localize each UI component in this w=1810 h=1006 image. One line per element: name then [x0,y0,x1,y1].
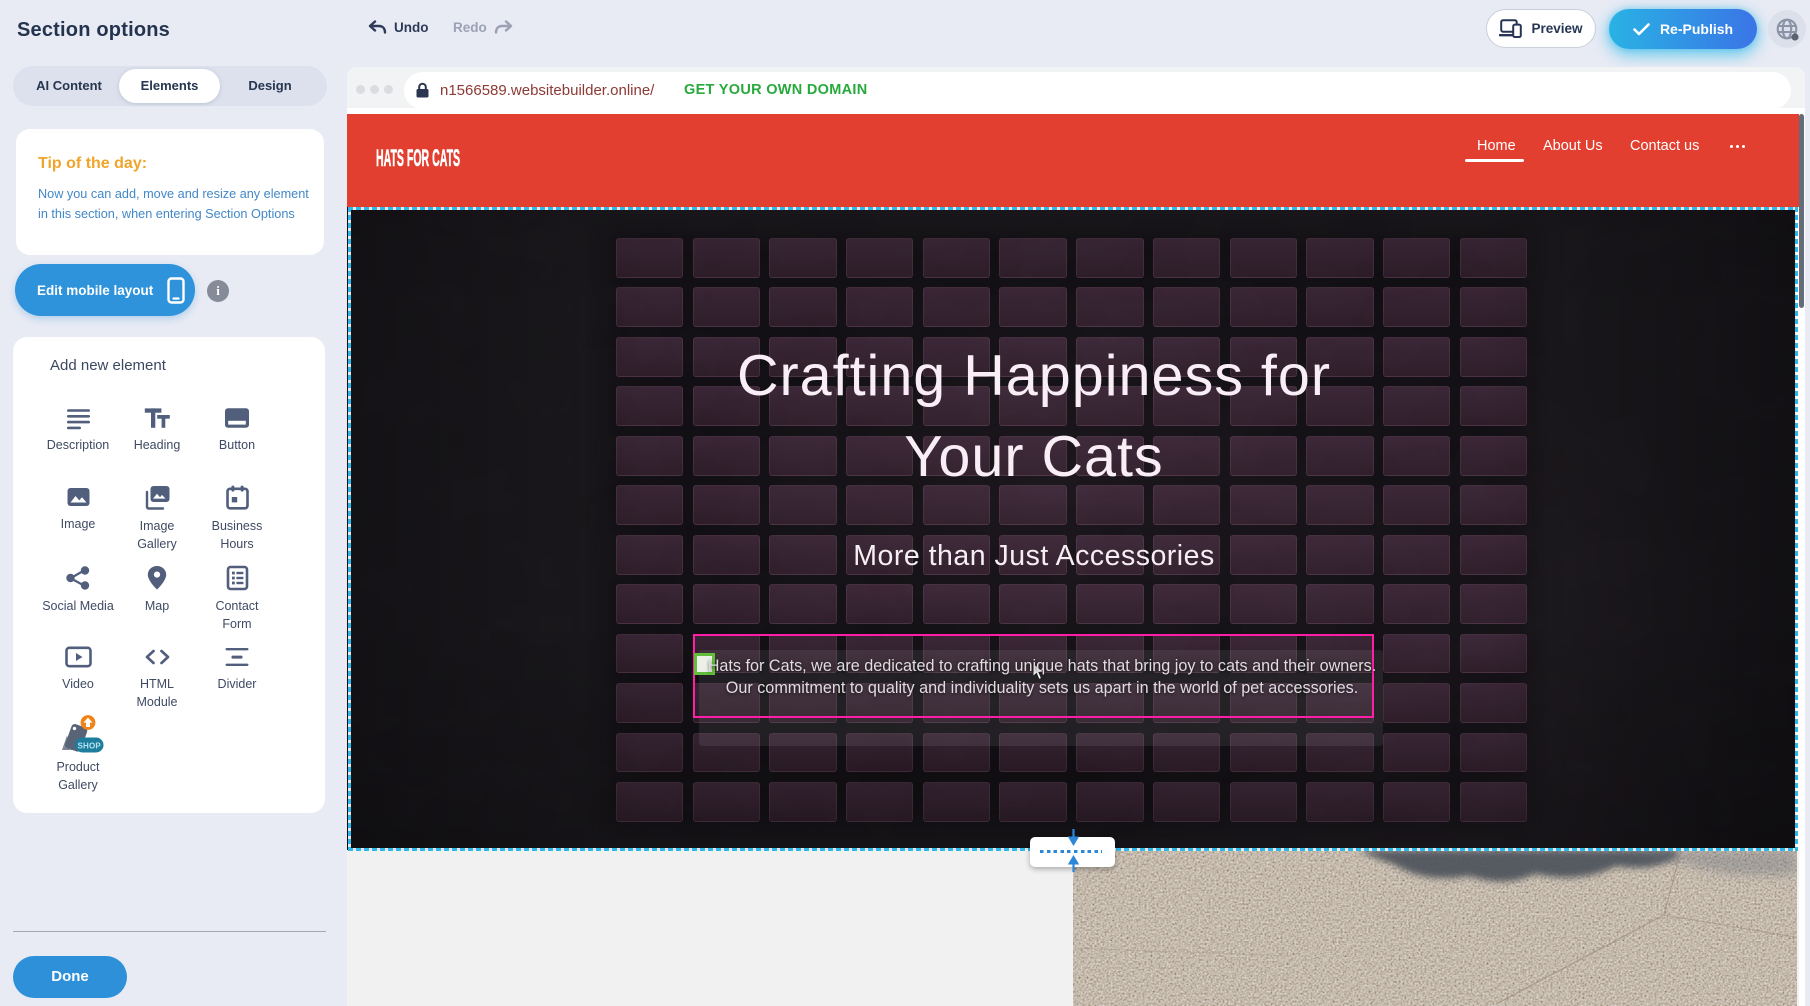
svg-text:SHOP: SHOP [77,741,101,750]
